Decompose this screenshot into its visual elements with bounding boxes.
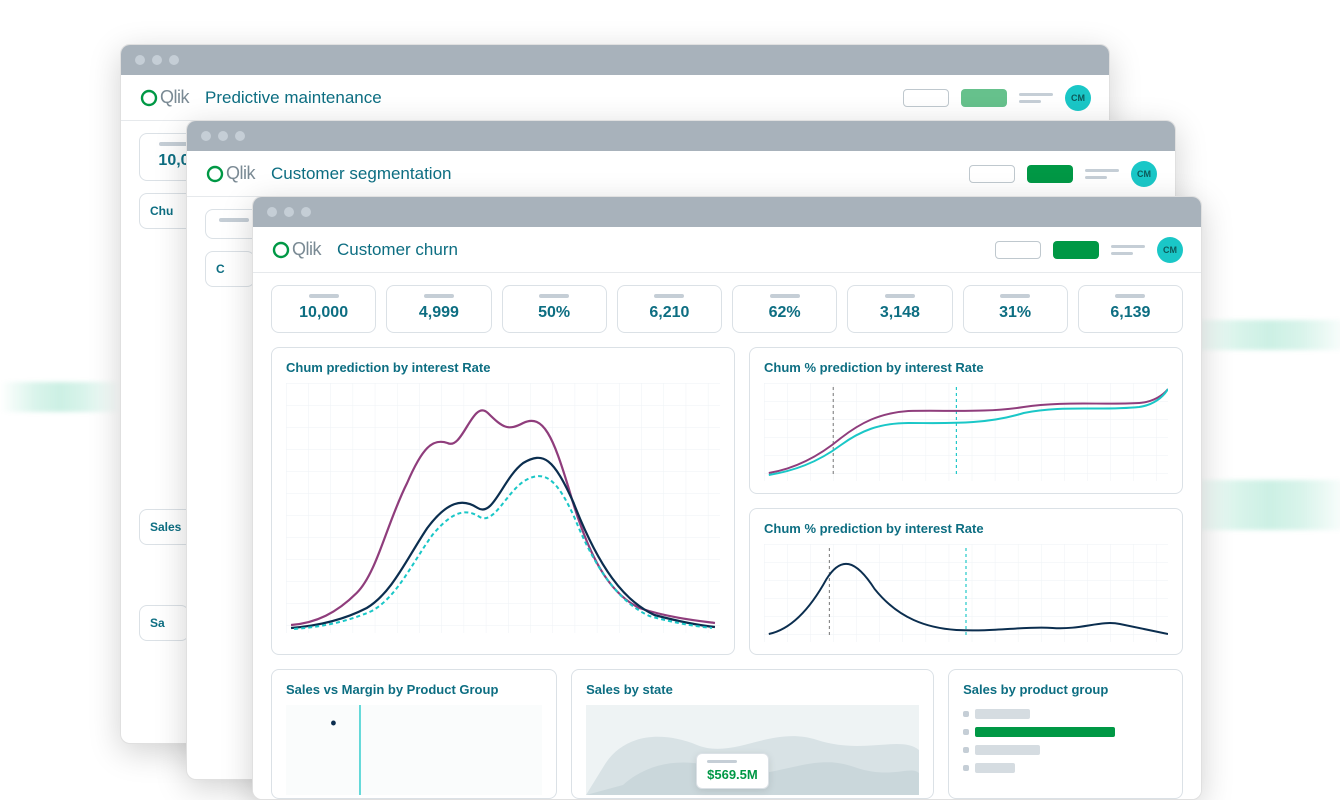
traffic-light-icon (235, 131, 245, 141)
brand-text: Qlik (292, 239, 321, 260)
brand-text: Qlik (226, 163, 255, 184)
kpi-card[interactable]: 4,999 (386, 285, 491, 333)
app-header: Qlik Customer segmentation CM (187, 151, 1175, 197)
menu-icon[interactable] (1111, 245, 1145, 255)
brand-logo: Qlik (205, 163, 255, 184)
titlebar (187, 121, 1175, 151)
map-tooltip: $569.5M (696, 753, 769, 789)
pill-button[interactable] (1053, 241, 1099, 259)
pill-button[interactable] (903, 89, 949, 107)
titlebar (253, 197, 1201, 227)
kpi-card[interactable]: 10,000 (271, 285, 376, 333)
kpi-row: 10,000 4,999 50% 6,210 62% 3,148 31% 6,1… (271, 285, 1183, 333)
card-title: Sales by product group (963, 682, 1168, 697)
menu-icon[interactable] (1019, 93, 1053, 103)
kpi-card[interactable]: 62% (732, 285, 837, 333)
card-churn-prediction[interactable]: Chum prediction by interest Rate (271, 347, 735, 655)
page-title: Customer churn (337, 240, 458, 260)
avatar[interactable]: CM (1157, 237, 1183, 263)
card-sales-by-product-group[interactable]: Sales by product group (948, 669, 1183, 799)
window-customer-churn: Qlik Customer churn CM 10,000 4,999 50% … (252, 196, 1202, 800)
traffic-light-icon (218, 131, 228, 141)
card-churn-pct-mid[interactable]: Chum % prediction by interest Rate (749, 508, 1183, 655)
brand-logo: Qlik (139, 87, 189, 108)
tooltip-value: $569.5M (707, 767, 758, 782)
titlebar (121, 45, 1109, 75)
scatter-chart (286, 705, 542, 795)
pill-button[interactable] (995, 241, 1041, 259)
header-controls: CM (969, 161, 1157, 187)
header-controls: CM (903, 85, 1091, 111)
card-stub: C (205, 251, 255, 287)
kpi-card[interactable]: 3,148 (847, 285, 952, 333)
pill-button[interactable] (961, 89, 1007, 107)
avatar[interactable]: CM (1131, 161, 1157, 187)
header-controls: CM (995, 237, 1183, 263)
card-sales-by-state[interactable]: Sales by state $569.5M (571, 669, 934, 799)
card-churn-pct-top[interactable]: Chum % prediction by interest Rate (749, 347, 1183, 494)
kpi-card[interactable]: 50% (502, 285, 607, 333)
menu-icon[interactable] (1085, 169, 1119, 179)
kpi-card[interactable]: 31% (963, 285, 1068, 333)
kpi-card[interactable]: 6,139 (1078, 285, 1183, 333)
dashboard-content: 10,000 4,999 50% 6,210 62% 3,148 31% 6,1… (253, 273, 1201, 800)
pill-button[interactable] (1027, 165, 1073, 183)
traffic-light-icon (284, 207, 294, 217)
brand-text: Qlik (160, 87, 189, 108)
bottom-row: Sales vs Margin by Product Group Sales b… (271, 669, 1183, 799)
avatar[interactable]: CM (1065, 85, 1091, 111)
card-title: Chum prediction by interest Rate (286, 360, 720, 375)
card-title: Chum % prediction by interest Rate (764, 360, 1168, 375)
kpi-card[interactable]: 6,210 (617, 285, 722, 333)
line-chart (764, 383, 1168, 481)
traffic-light-icon (267, 207, 277, 217)
page-title: Predictive maintenance (205, 88, 382, 108)
traffic-light-icon (152, 55, 162, 65)
card-title: Sales by state (586, 682, 919, 697)
line-chart (764, 544, 1168, 642)
app-header: Qlik Predictive maintenance CM (121, 75, 1109, 121)
pill-button[interactable] (969, 165, 1015, 183)
card-sales-vs-margin[interactable]: Sales vs Margin by Product Group (271, 669, 557, 799)
page-title: Customer segmentation (271, 164, 451, 184)
app-header: Qlik Customer churn CM (253, 227, 1201, 273)
traffic-light-icon (301, 207, 311, 217)
bar-chart (963, 705, 1168, 773)
brand-logo: Qlik (271, 239, 321, 260)
traffic-light-icon (135, 55, 145, 65)
traffic-light-icon (169, 55, 179, 65)
charts-row: Chum prediction by interest Rate (271, 347, 1183, 655)
traffic-light-icon (201, 131, 211, 141)
line-chart (286, 383, 720, 633)
card-title: Chum % prediction by interest Rate (764, 521, 1168, 536)
card-title: Sales vs Margin by Product Group (286, 682, 542, 697)
card-stub: Sa (139, 605, 189, 641)
